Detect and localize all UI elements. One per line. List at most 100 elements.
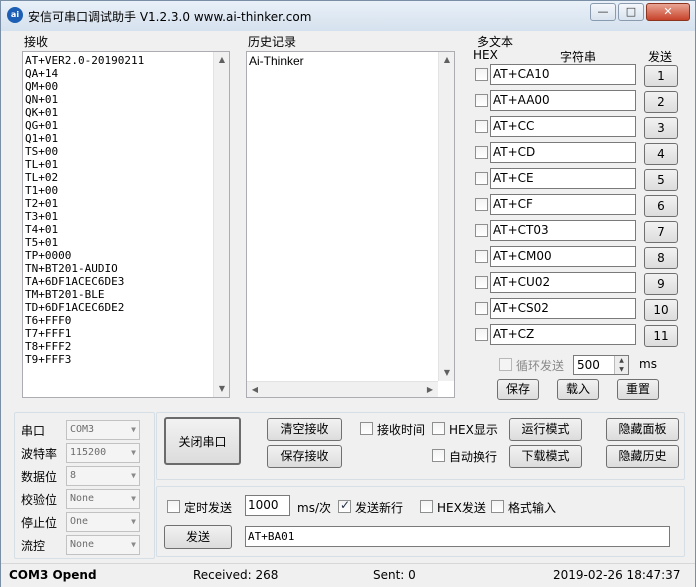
load-multi-button[interactable]: 载入 xyxy=(557,379,599,400)
multi-hex-checkbox[interactable] xyxy=(475,302,488,315)
send-column-header: 发送 xyxy=(648,50,673,64)
minimize-button[interactable]: — xyxy=(590,3,616,21)
hide-history-button[interactable]: 隐藏历史 xyxy=(606,445,679,468)
receive-line: AT+VER2.0-20190211 xyxy=(25,54,145,67)
receive-textbox[interactable]: AT+VER2.0-20190211 QA+14 QM+00 QN+01 QK+01 QG… xyxy=(22,51,230,398)
flow-control-select[interactable]: None ▼ xyxy=(66,535,140,555)
clear-receive-button[interactable]: 清空接收 xyxy=(267,418,342,441)
download-mode-button[interactable]: 下载模式 xyxy=(509,445,582,468)
port-status: COM3 Opend xyxy=(9,568,97,582)
auto-wrap-label: 自动换行 xyxy=(449,450,498,464)
multi-send-button[interactable]: 7 xyxy=(644,221,678,243)
format-input-checkbox[interactable] xyxy=(491,500,504,513)
multi-text-input[interactable]: AT+AA00 xyxy=(490,90,636,111)
multi-send-button[interactable]: 5 xyxy=(644,169,678,191)
chevron-down-icon: ▼ xyxy=(131,425,136,434)
close-window-button[interactable]: ✕ xyxy=(646,3,690,21)
receive-time-checkbox[interactable] xyxy=(360,422,373,435)
send-interval-unit: ms/次 xyxy=(297,501,331,515)
multi-send-button[interactable]: 9 xyxy=(644,273,678,295)
multi-send-button[interactable]: 11 xyxy=(644,325,678,347)
multi-hex-checkbox[interactable] xyxy=(475,224,488,237)
close-port-button[interactable]: 关闭串口 xyxy=(164,417,241,465)
receive-line: T8+FFF2 xyxy=(25,340,72,353)
scroll-down-arrow-icon[interactable]: ▼ xyxy=(439,365,454,381)
loop-send-checkbox[interactable] xyxy=(499,358,512,371)
stop-bits-value: One xyxy=(70,516,89,527)
timed-send-label: 定时发送 xyxy=(184,501,233,515)
spin-down-icon[interactable]: ▼ xyxy=(614,365,628,374)
multi-hex-checkbox[interactable] xyxy=(475,68,488,81)
multi-hex-checkbox[interactable] xyxy=(475,328,488,341)
chevron-down-icon: ▼ xyxy=(131,494,136,503)
multi-hex-checkbox[interactable] xyxy=(475,172,488,185)
receive-label: 接收 xyxy=(24,35,49,49)
hide-panel-button[interactable]: 隐藏面板 xyxy=(606,418,679,441)
hex-display-checkbox[interactable] xyxy=(432,422,445,435)
multi-send-button[interactable]: 10 xyxy=(644,299,678,321)
multi-text-input[interactable]: AT+CE xyxy=(490,168,636,189)
data-bits-value: 8 xyxy=(70,470,77,481)
multi-hex-checkbox[interactable] xyxy=(475,276,488,289)
timed-send-checkbox[interactable] xyxy=(167,500,180,513)
send-interval-input[interactable]: 1000 xyxy=(245,495,290,516)
receive-line: TA+6DF1ACEC6DE3 xyxy=(25,275,125,288)
scroll-right-arrow-icon[interactable]: ▶ xyxy=(422,382,438,397)
history-hscrollbar[interactable]: ◀ ▶ xyxy=(247,381,438,397)
history-list[interactable]: Ai-Thinker ▲ ▼ ◀ ▶ xyxy=(246,51,455,398)
multi-send-button[interactable]: 3 xyxy=(644,117,678,139)
multi-hex-checkbox[interactable] xyxy=(475,250,488,263)
multi-send-button[interactable]: 8 xyxy=(644,247,678,269)
multi-text-input[interactable]: AT+CF xyxy=(490,194,636,215)
multi-text-input[interactable]: AT+CT03 xyxy=(490,220,636,241)
multi-send-button[interactable]: 4 xyxy=(644,143,678,165)
hex-send-checkbox[interactable] xyxy=(420,500,433,513)
string-column-header: 字符串 xyxy=(560,50,597,64)
format-input-label: 格式输入 xyxy=(508,501,557,515)
data-bits-select[interactable]: 8 ▼ xyxy=(66,466,140,486)
port-select[interactable]: COM3 ▼ xyxy=(66,420,140,440)
loop-interval-spinner[interactable]: 500 ▲ ▼ xyxy=(573,355,629,375)
save-receive-button[interactable]: 保存接收 xyxy=(267,445,342,468)
history-item[interactable]: Ai-Thinker xyxy=(247,52,454,69)
receive-line: QN+01 xyxy=(25,93,59,106)
spin-up-icon[interactable]: ▲ xyxy=(614,356,628,365)
multi-hex-checkbox[interactable] xyxy=(475,120,488,133)
multi-text-input[interactable]: AT+CM00 xyxy=(490,246,636,267)
scroll-up-arrow-icon[interactable]: ▲ xyxy=(439,52,454,68)
scroll-up-arrow-icon[interactable]: ▲ xyxy=(214,52,229,68)
multi-text-input[interactable]: AT+CC xyxy=(490,116,636,137)
reset-multi-button[interactable]: 重置 xyxy=(617,379,659,400)
multi-text-input[interactable]: AT+CZ xyxy=(490,324,636,345)
baud-rate-select[interactable]: 115200 ▼ xyxy=(66,443,140,463)
auto-wrap-checkbox[interactable] xyxy=(432,449,445,462)
multi-hex-checkbox[interactable] xyxy=(475,94,488,107)
save-multi-button[interactable]: 保存 xyxy=(497,379,539,400)
multi-text-input[interactable]: AT+CS02 xyxy=(490,298,636,319)
receive-line: TM+BT201-BLE xyxy=(25,288,105,301)
parity-select[interactable]: None ▼ xyxy=(66,489,140,509)
data-bits-label: 数据位 xyxy=(21,470,58,484)
scroll-left-arrow-icon[interactable]: ◀ xyxy=(247,382,263,397)
multi-hex-checkbox[interactable] xyxy=(475,198,488,211)
multi-text-input[interactable]: AT+CU02 xyxy=(490,272,636,293)
receive-line: T7+FFF1 xyxy=(25,327,72,340)
stop-bits-select[interactable]: One ▼ xyxy=(66,512,140,532)
send-button[interactable]: 发送 xyxy=(164,525,232,549)
window-title: 安信可串口调试助手 V1.2.3.0 www.ai-thinker.com xyxy=(28,10,312,24)
send-newline-checkbox[interactable] xyxy=(338,498,351,513)
multi-hex-checkbox[interactable] xyxy=(475,146,488,159)
run-mode-button[interactable]: 运行模式 xyxy=(509,418,582,441)
multi-send-button[interactable]: 6 xyxy=(644,195,678,217)
multi-text-input[interactable]: AT+CD xyxy=(490,142,636,163)
multi-send-button[interactable]: 2 xyxy=(644,91,678,113)
send-text-input[interactable]: AT+BA01 xyxy=(245,526,670,547)
receive-scrollbar[interactable]: ▲ ▼ xyxy=(213,52,229,397)
maximize-button[interactable]: □ xyxy=(618,3,644,21)
scroll-down-arrow-icon[interactable]: ▼ xyxy=(214,381,229,397)
multi-text-input[interactable]: AT+CA10 xyxy=(490,64,636,85)
multi-send-button[interactable]: 1 xyxy=(644,65,678,87)
receive-line: TL+01 xyxy=(25,158,59,171)
history-vscrollbar[interactable]: ▲ ▼ xyxy=(438,52,454,381)
receive-line: TP+0000 xyxy=(25,249,72,262)
